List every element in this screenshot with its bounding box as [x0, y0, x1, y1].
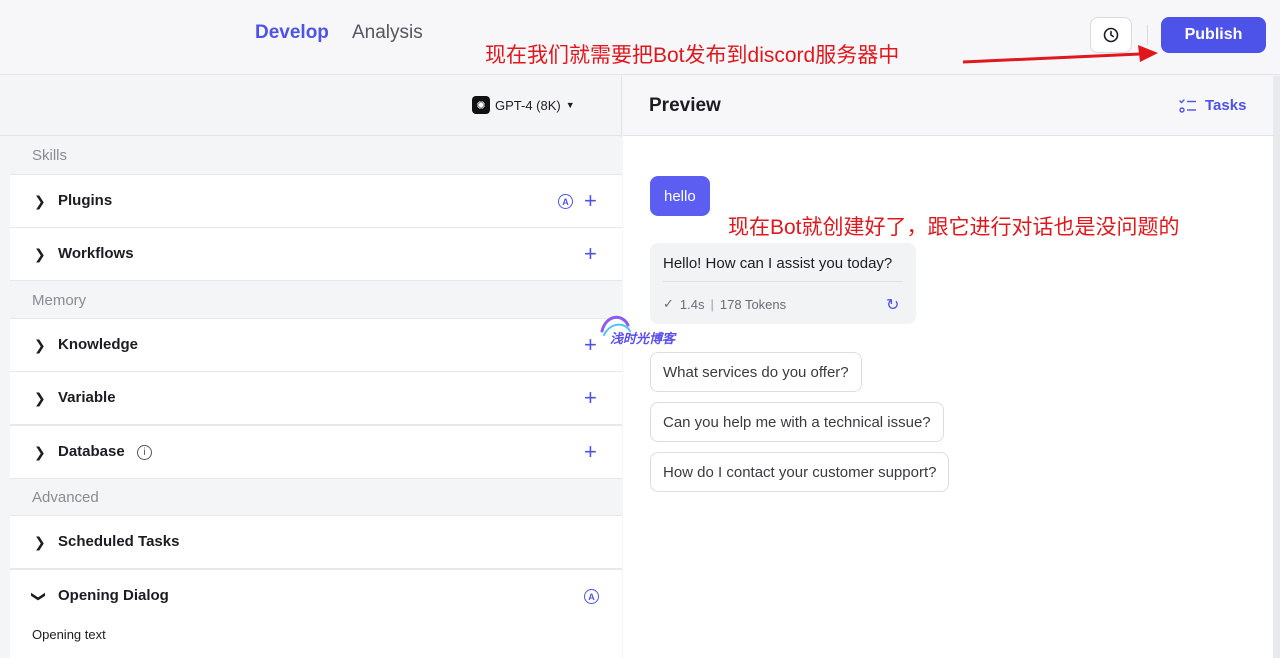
add-plugin-icon[interactable]: +	[584, 188, 597, 214]
caret-down-icon: ▼	[565, 100, 575, 110]
bot-message-text: Hello! How can I assist you today?	[663, 255, 893, 272]
item-database[interactable]: ❯ Database i +	[10, 425, 622, 479]
tasks-label: Tasks	[1205, 97, 1247, 114]
token-count: 178 Tokens	[719, 296, 787, 312]
openai-logo-icon: ✺	[472, 96, 490, 114]
opening-text-label: Opening text	[32, 627, 106, 642]
add-database-icon[interactable]: +	[584, 439, 597, 465]
info-icon[interactable]: i	[137, 445, 152, 460]
section-title-advanced: Advanced	[32, 489, 99, 506]
section-title-memory: Memory	[32, 292, 87, 309]
annotation-chat-note: 现在Bot就创建好了，跟它进行对话也是没问题的	[728, 216, 1180, 239]
item-workflows[interactable]: ❯ Workflows +	[10, 227, 622, 281]
bot-message: Hello! How can I assist you today? ✓ 1.4…	[650, 243, 916, 324]
tasks-icon	[1179, 98, 1196, 113]
item-scheduled-tasks[interactable]: ❯ Scheduled Tasks	[10, 515, 622, 569]
chevron-right-icon: ❯	[34, 390, 46, 406]
auto-icon[interactable]: A	[584, 589, 599, 604]
bot-message-divider	[663, 281, 903, 282]
model-select[interactable]: ✺ GPT-4 (8K) ▼	[472, 96, 575, 114]
preview-header: Preview Tasks	[623, 76, 1273, 136]
regenerate-icon[interactable]: ↻	[886, 295, 899, 315]
annotation-arrow-icon	[962, 45, 1158, 64]
item-variable[interactable]: ❯ Variable +	[10, 371, 622, 425]
auto-icon[interactable]: A	[558, 194, 573, 209]
add-knowledge-icon[interactable]: +	[584, 332, 597, 358]
preview-title: Preview	[649, 95, 721, 116]
scrollbar-track[interactable]	[1273, 76, 1280, 658]
item-label: Database	[58, 443, 125, 460]
section-title-skills: Skills	[32, 147, 68, 164]
watermark-text: 浅时光博客	[610, 331, 676, 346]
chevron-down-icon: ❯	[31, 590, 48, 603]
item-label: Scheduled Tasks	[58, 533, 180, 550]
item-knowledge[interactable]: ❯ Knowledge +	[10, 318, 622, 372]
item-label: Workflows	[58, 245, 134, 262]
chevron-right-icon: ❯	[34, 534, 46, 550]
meta-separator: |	[710, 296, 714, 312]
model-name: GPT-4 (8K)	[495, 97, 561, 113]
chevron-right-icon: ❯	[34, 193, 46, 209]
tasks-button[interactable]: Tasks	[1179, 97, 1246, 114]
chevron-right-icon: ❯	[34, 444, 46, 460]
chevron-right-icon: ❯	[34, 246, 46, 262]
item-label: Variable	[58, 389, 116, 406]
suggestion-chip[interactable]: What services do you offer?	[650, 352, 862, 392]
left-panel-header: ✺ GPT-4 (8K) ▼	[0, 76, 622, 136]
item-label: Plugins	[58, 192, 113, 209]
suggestion-chip[interactable]: How do I contact your customer support?	[650, 452, 950, 492]
item-label: Knowledge	[58, 336, 139, 353]
item-label: Opening Dialog	[58, 587, 169, 604]
item-plugins[interactable]: ❯ Plugins A +	[10, 174, 622, 228]
config-list: Skills ❯ Plugins A + ❯ Workflows + Memor…	[10, 137, 622, 658]
left-panel: ✺ GPT-4 (8K) ▼ Skills ❯ Plugins A + ❯ Wo…	[0, 76, 622, 658]
user-message: hello	[650, 176, 710, 216]
suggestion-chip[interactable]: Can you help me with a technical issue?	[650, 402, 944, 442]
add-workflow-icon[interactable]: +	[584, 241, 597, 267]
preview-panel: Preview Tasks hello Hello! How can I ass…	[623, 76, 1273, 658]
add-variable-icon[interactable]: +	[584, 385, 597, 411]
item-opening-dialog[interactable]: ❯ Opening Dialog A	[10, 569, 622, 658]
chevron-right-icon: ❯	[34, 337, 46, 353]
